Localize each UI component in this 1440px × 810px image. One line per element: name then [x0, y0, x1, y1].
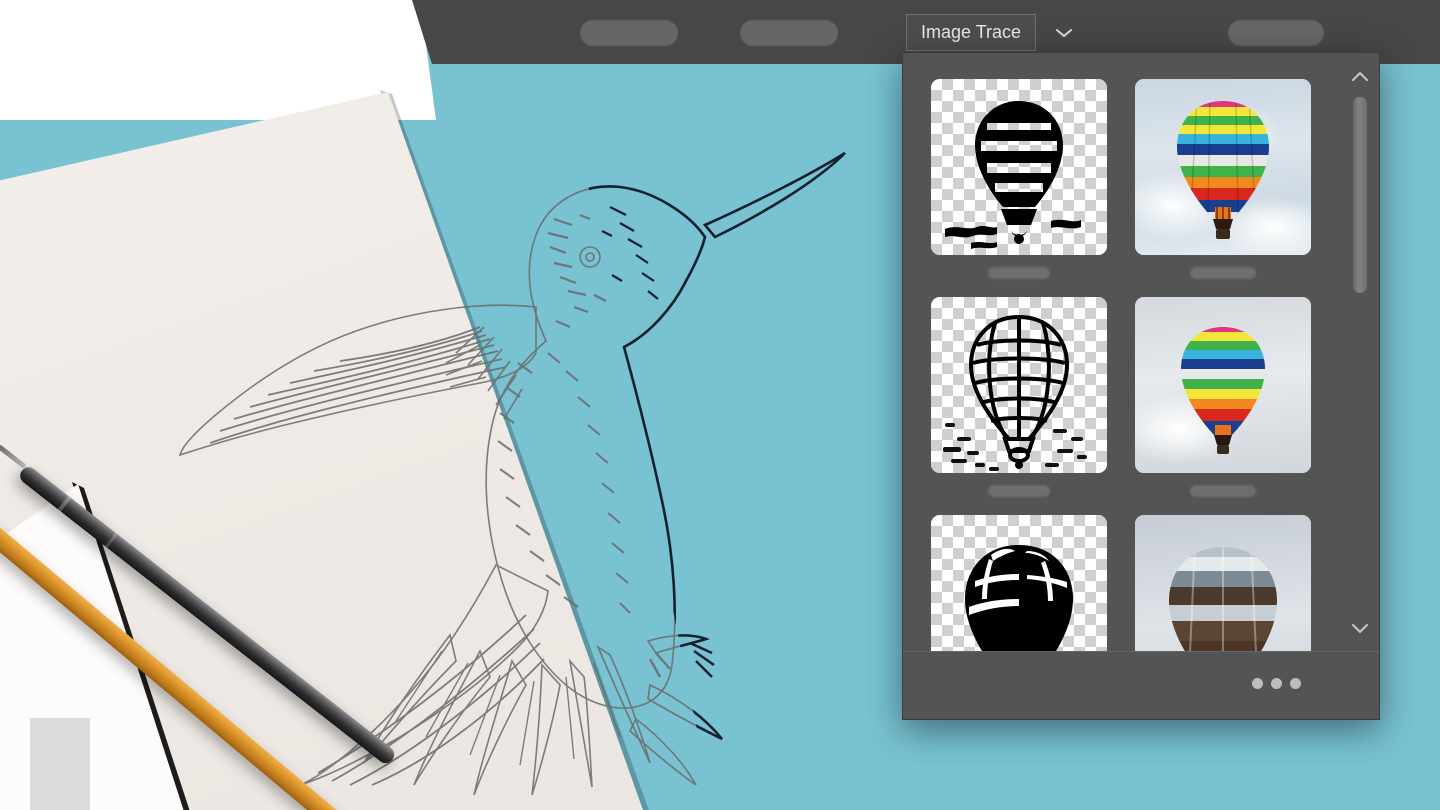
image-trace-button[interactable]: Image Trace [906, 14, 1037, 51]
preset-label-2 [1190, 267, 1256, 279]
preset-thumbnail-4[interactable] [1135, 297, 1311, 473]
preset-cell[interactable] [931, 515, 1107, 651]
chevron-down-icon[interactable] [1050, 14, 1078, 51]
hot-air-balloon-traced-outline-icon [943, 314, 1087, 471]
dot [1290, 678, 1301, 689]
preset-grid [931, 79, 1337, 651]
hot-air-balloon-color-flat-icon [1181, 327, 1265, 454]
preset-thumbnail-3[interactable] [931, 297, 1107, 473]
dot [1252, 678, 1263, 689]
scrollbar-track[interactable] [1353, 91, 1367, 613]
screenshot-stage: Image Trace [0, 0, 1440, 810]
hummingbird-artwork [150, 95, 910, 795]
image-trace-panel [902, 52, 1380, 720]
hot-air-balloon-traced-grayscale-icon [1169, 547, 1277, 651]
scrollbar-thumb[interactable] [1353, 97, 1367, 293]
hot-air-balloon-traced-silhouette-icon [945, 101, 1081, 249]
preset-label-4 [1190, 485, 1256, 497]
hot-air-balloon-traced-solid-black-icon [965, 545, 1073, 651]
preset-cell[interactable] [1135, 515, 1311, 651]
dot [1271, 678, 1282, 689]
preset-thumbnail-list[interactable] [903, 53, 1379, 651]
preset-thumbnail-6[interactable] [1135, 515, 1311, 651]
preset-cell[interactable] [1135, 79, 1311, 279]
preset-cell[interactable] [931, 297, 1107, 497]
scroll-up-chevron-icon[interactable] [1349, 63, 1371, 89]
preset-thumbnail-2[interactable] [1135, 79, 1311, 255]
panel-footer [903, 651, 1379, 719]
panel-scrollbar[interactable] [1349, 63, 1371, 641]
toolbar-control-2[interactable] [740, 20, 838, 46]
hot-air-balloon-color-photo-icon [1177, 101, 1269, 239]
preset-thumbnail-1[interactable] [931, 79, 1107, 255]
preset-cell[interactable] [1135, 297, 1311, 497]
toolbar-control-1[interactable] [580, 20, 678, 46]
page-corner-shadow [30, 718, 90, 810]
image-trace-button-label: Image Trace [921, 22, 1022, 42]
scroll-down-chevron-icon[interactable] [1349, 615, 1371, 641]
preset-label-3 [988, 485, 1050, 497]
preset-label-1 [988, 267, 1050, 279]
preset-thumbnail-5[interactable] [931, 515, 1107, 651]
toolbar-control-3[interactable] [1228, 20, 1324, 46]
more-options-icon[interactable] [1252, 678, 1301, 689]
preset-cell[interactable] [931, 79, 1107, 279]
